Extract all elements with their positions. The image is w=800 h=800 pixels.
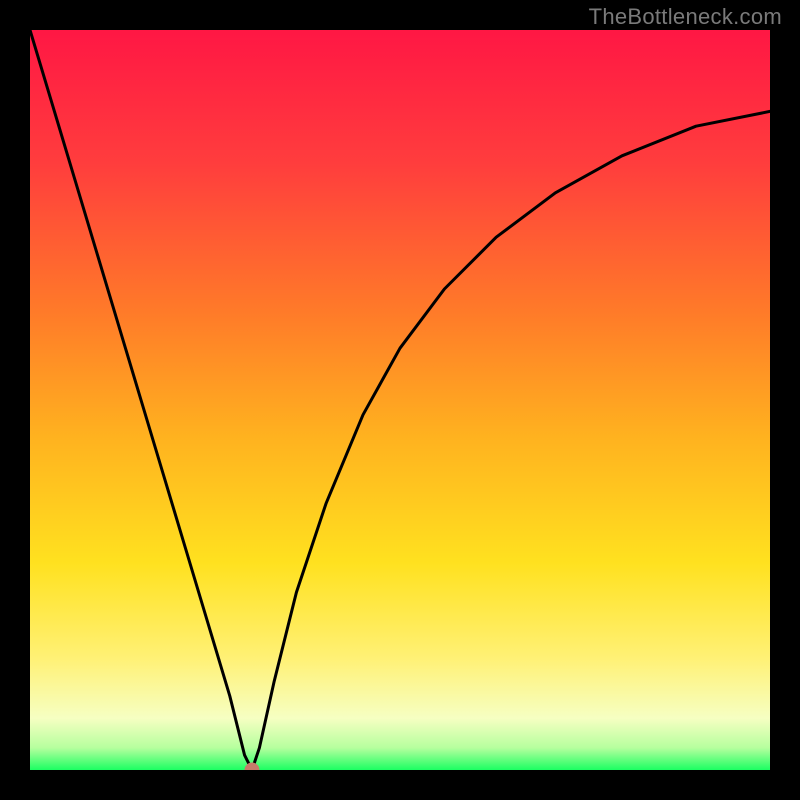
watermark-label: TheBottleneck.com bbox=[589, 4, 782, 30]
plot-area bbox=[30, 30, 770, 770]
chart-frame: TheBottleneck.com bbox=[0, 0, 800, 800]
chart-svg bbox=[30, 30, 770, 770]
